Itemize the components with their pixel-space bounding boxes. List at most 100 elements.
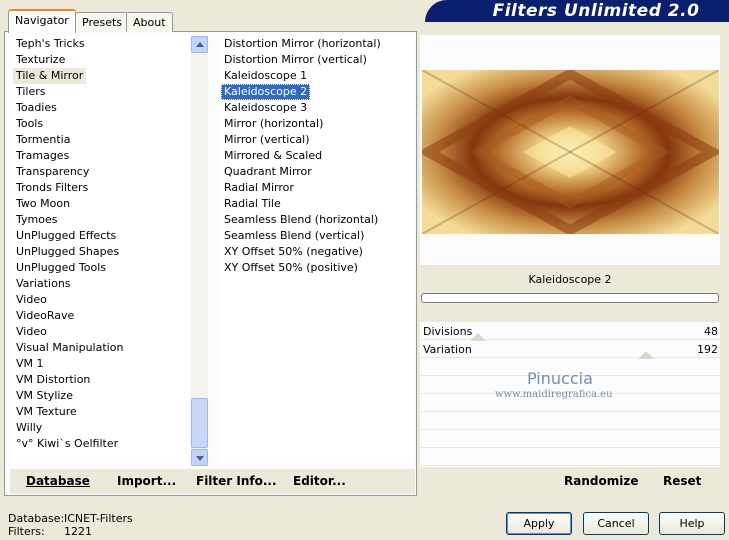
divisions-slider[interactable]: Divisions 48 (420, 324, 720, 341)
chevron-up-icon (196, 42, 204, 47)
filter-item[interactable]: Kaleidoscope 2 (221, 84, 414, 100)
tab-about-label: About (133, 16, 166, 29)
scroll-up-button[interactable] (191, 36, 208, 53)
current-filter-name: Kaleidoscope 2 (420, 270, 720, 290)
filter-item[interactable]: Quadrant Mirror (221, 164, 414, 180)
database-button-label: Database (26, 474, 90, 488)
filter-label: Radial Mirror (224, 181, 294, 194)
filter-item[interactable]: Distortion Mirror (vertical) (221, 52, 414, 68)
empty-slider-row (420, 414, 720, 430)
category-item[interactable]: VM Texture (13, 404, 189, 420)
category-label: Tramages (16, 149, 70, 162)
filter-label: Mirror (vertical) (224, 133, 310, 146)
database-info-value: ICNET-Filters (64, 512, 133, 525)
category-label: Tymoes (16, 213, 58, 226)
category-item[interactable]: Willy (13, 420, 189, 436)
category-list[interactable]: Teph's Tricks Texturize Tile & Mirror Tiler… (13, 36, 189, 466)
category-item[interactable]: UnPlugged Tools (13, 260, 189, 276)
filter-item[interactable]: XY Offset 50% (positive) (221, 260, 414, 276)
filter-label: Seamless Blend (vertical) (224, 229, 365, 242)
filter-label: Seamless Blend (horizontal) (224, 213, 379, 226)
category-item[interactable]: Toadies (13, 100, 189, 116)
tab-about[interactable]: About (126, 12, 173, 32)
filters-count-value: 1221 (64, 525, 92, 538)
category-item[interactable]: Tymoes (13, 212, 189, 228)
editor-button[interactable]: Editor... (293, 474, 346, 488)
filter-label: Kaleidoscope 1 (224, 69, 308, 82)
editor-button-label: Editor... (293, 474, 346, 488)
category-item[interactable]: Tronds Filters (13, 180, 189, 196)
category-item[interactable]: Tormentia (13, 132, 189, 148)
category-item[interactable]: Two Moon (13, 196, 189, 212)
category-item[interactable]: Video (13, 292, 189, 308)
divisions-slider-thumb[interactable] (470, 333, 486, 341)
tab-presets[interactable]: Presets (75, 12, 130, 32)
filter-item[interactable]: Mirrored & Scaled (221, 148, 414, 164)
category-item[interactable]: VM Distortion (13, 372, 189, 388)
category-label: UnPlugged Tools (16, 261, 106, 274)
empty-slider-row (420, 450, 720, 466)
filter-label: Distortion Mirror (vertical) (224, 53, 367, 66)
reset-button-label: Reset (663, 474, 702, 488)
filter-item[interactable]: Kaleidoscope 3 (221, 100, 414, 116)
category-item[interactable]: Variations (13, 276, 189, 292)
scroll-down-button[interactable] (191, 449, 208, 466)
apply-button[interactable]: Apply (506, 512, 572, 535)
category-label: Two Moon (16, 197, 71, 210)
category-item[interactable]: Visual Manipulation (13, 340, 189, 356)
category-item[interactable]: UnPlugged Effects (13, 228, 189, 244)
divisions-label: Divisions (423, 325, 473, 338)
import-button[interactable]: Import... (117, 474, 176, 488)
filter-item[interactable]: Distortion Mirror (horizontal) (221, 36, 414, 52)
category-item[interactable]: VideoRave (13, 308, 189, 324)
category-item[interactable]: UnPlugged Shapes (13, 244, 189, 260)
help-button[interactable]: Help (659, 512, 725, 535)
category-item[interactable]: Tile & Mirror (13, 68, 189, 84)
filter-info-button[interactable]: Filter Info... (196, 474, 277, 488)
database-button[interactable]: Database (26, 474, 90, 488)
filter-item[interactable]: Radial Mirror (221, 180, 414, 196)
filter-item[interactable]: Radial Tile (221, 196, 414, 212)
category-label: Tronds Filters (16, 181, 89, 194)
cancel-button[interactable]: Cancel (583, 512, 649, 535)
filter-list[interactable]: Distortion Mirror (horizontal) Distortion… (221, 36, 414, 466)
category-label: Willy (16, 421, 43, 434)
filter-label: Kaleidoscope 3 (224, 101, 308, 114)
progress-bar (421, 293, 719, 303)
randomize-button[interactable]: Randomize (564, 474, 638, 488)
category-label: Video (16, 325, 47, 338)
filter-label: Radial Tile (224, 197, 281, 210)
category-item[interactable]: Tools (13, 116, 189, 132)
category-item[interactable]: Teph's Tricks (13, 36, 189, 52)
divisions-value: 48 (704, 325, 718, 338)
category-item[interactable]: Transparency (13, 164, 189, 180)
filter-item[interactable]: Kaleidoscope 1 (221, 68, 414, 84)
filter-item[interactable]: Mirror (vertical) (221, 132, 414, 148)
category-item[interactable]: Tilers (13, 84, 189, 100)
scroll-thumb[interactable] (191, 398, 208, 448)
category-item[interactable]: Tramages (13, 148, 189, 164)
empty-slider-row (420, 432, 720, 448)
filters-count-label: Filters: (8, 525, 45, 538)
tab-presets-label: Presets (82, 16, 123, 29)
category-item[interactable]: VM Stylize (13, 388, 189, 404)
category-item[interactable]: °v° Kiwi`s Oelfilter (13, 436, 189, 452)
category-item[interactable]: Video (13, 324, 189, 340)
filter-label: Mirrored & Scaled (224, 149, 323, 162)
filter-item[interactable]: Mirror (horizontal) (221, 116, 414, 132)
filter-item[interactable]: Seamless Blend (horizontal) (221, 212, 414, 228)
filter-label: Mirror (horizontal) (224, 117, 324, 130)
filter-label: XY Offset 50% (positive) (224, 261, 358, 274)
variation-value: 192 (697, 343, 718, 356)
variation-slider[interactable]: Variation 192 (420, 342, 720, 359)
category-item[interactable]: VM 1 (13, 356, 189, 372)
variation-slider-thumb[interactable] (638, 351, 654, 359)
app-title: Filters Unlimited 2.0 (492, 1, 700, 21)
preview-image (422, 70, 719, 234)
category-item[interactable]: Texturize (13, 52, 189, 68)
reset-button[interactable]: Reset (663, 474, 701, 488)
filter-item[interactable]: XY Offset 50% (negative) (221, 244, 414, 260)
tab-navigator[interactable]: Navigator (8, 9, 76, 33)
filter-item[interactable]: Seamless Blend (vertical) (221, 228, 414, 244)
category-scrollbar[interactable] (191, 36, 208, 466)
